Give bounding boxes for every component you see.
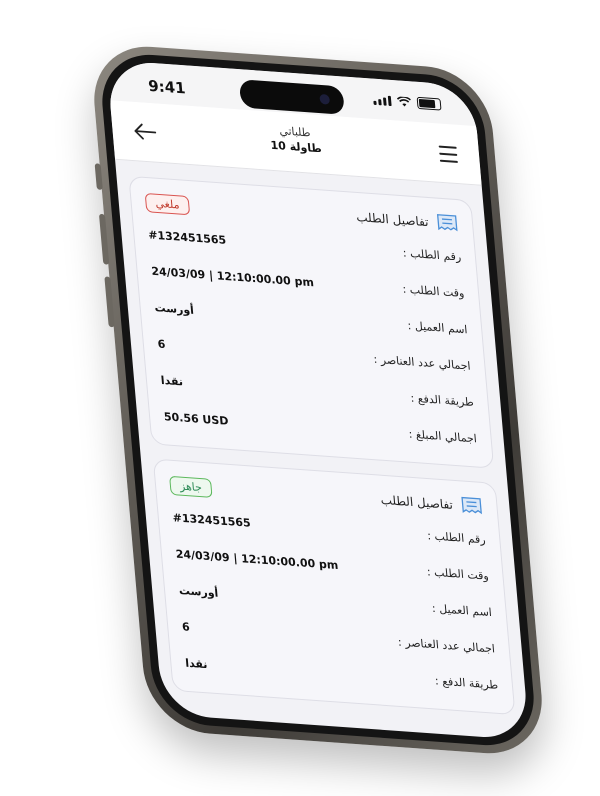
- order-time: 24/03/09 | 12:10:00.00 pm: [150, 264, 315, 289]
- order-number: #132451565: [147, 227, 227, 247]
- receipt-icon: [461, 496, 482, 515]
- card-title: تفاصيل الطلب: [380, 492, 454, 512]
- phone-bezel: 9:41 طلباتي طاولة 10 تفاصيل الطلب ملغي ر…: [97, 51, 539, 749]
- signal-icon: [373, 95, 392, 107]
- order-time: 24/03/09 | 12:10:00.00 pm: [175, 546, 339, 572]
- customer-name: أورست: [178, 583, 219, 600]
- hamburger-menu-icon[interactable]: [438, 145, 459, 168]
- camera-icon: [319, 93, 331, 105]
- receipt-icon: [436, 214, 458, 232]
- item-count: 6: [181, 619, 191, 634]
- status-time: 9:41: [147, 76, 187, 98]
- phone-mockup: 9:41 طلباتي طاولة 10 تفاصيل الطلب ملغي ر…: [0, 0, 600, 796]
- volume-up-button: [98, 213, 110, 265]
- app-screen: 9:41 طلباتي طاولة 10 تفاصيل الطلب ملغي ر…: [106, 59, 530, 741]
- payment-method: نقدا: [160, 373, 184, 388]
- order-card[interactable]: تفاصيل الطلب جاهز رقم الطلب : #132451565 …: [152, 458, 516, 716]
- status-badge: ملغي: [144, 192, 191, 215]
- field-label: رقم الطلب :: [402, 245, 462, 264]
- order-number: #132451565: [172, 510, 252, 530]
- wifi-icon: [396, 96, 411, 107]
- volume-down-button: [104, 276, 115, 328]
- phone-frame: 9:41 طلباتي طاولة 10 تفاصيل الطلب ملغي ر…: [89, 42, 547, 758]
- field-label: طريقة الدفع :: [434, 673, 499, 692]
- field-label: اجمالي عدد العناصر :: [397, 634, 496, 656]
- field-label: اجمالي المبلغ :: [408, 426, 478, 445]
- order-card[interactable]: تفاصيل الطلب ملغي رقم الطلب : #132451565 …: [128, 175, 495, 469]
- field-label: اسم العميل :: [431, 601, 493, 619]
- field-label: وقت الطلب :: [426, 564, 490, 583]
- item-count: 6: [157, 336, 166, 351]
- card-title: تفاصيل الطلب: [355, 209, 430, 230]
- field-label: اجمالي عدد العناصر :: [372, 352, 472, 373]
- status-badge: جاهز: [169, 475, 213, 498]
- field-label: رقم الطلب :: [426, 528, 487, 546]
- status-icons: [373, 94, 442, 111]
- field-label: اسم العميل :: [406, 318, 468, 336]
- orders-list: تفاصيل الطلب ملغي رقم الطلب : #132451565 …: [115, 161, 529, 740]
- customer-name: أورست: [153, 300, 195, 317]
- total-amount: 50.56 USD: [163, 409, 229, 428]
- payment-method: نقدا: [184, 656, 208, 671]
- field-label: طريقة الدفع :: [409, 390, 475, 409]
- mute-switch: [94, 163, 103, 191]
- field-label: وقت الطلب :: [401, 281, 465, 300]
- battery-icon: [416, 96, 442, 111]
